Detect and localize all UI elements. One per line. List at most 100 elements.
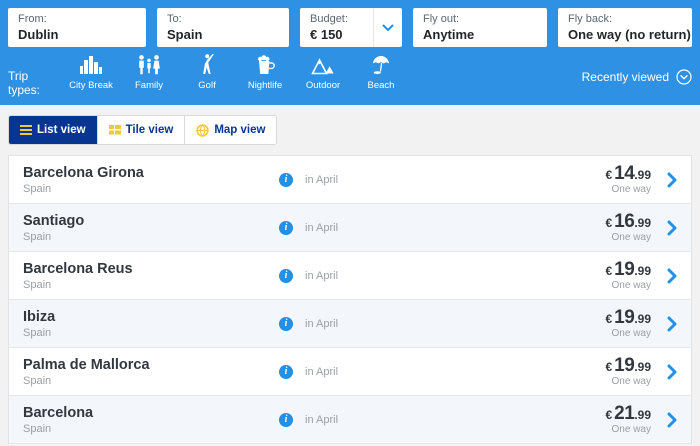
tab-label: Map view bbox=[214, 124, 266, 136]
info-icon[interactable] bbox=[279, 268, 293, 283]
result-row-palma-de-mallorca[interactable]: Palma de Mallorca Spain in April €19.99 … bbox=[9, 348, 691, 396]
fly-back-field[interactable]: Fly back: One way (no return) bbox=[558, 8, 692, 47]
trip-type-label: City Break bbox=[69, 80, 113, 91]
chevron-right-icon[interactable] bbox=[667, 412, 677, 428]
trip-types-row: Trip types: City Break Family Golf Night… bbox=[0, 47, 700, 103]
tab-map-view[interactable]: Map view bbox=[185, 116, 277, 144]
fly-out-value: Anytime bbox=[423, 27, 475, 42]
travel-period: in April bbox=[305, 269, 339, 282]
destination-country: Spain bbox=[23, 182, 52, 195]
trip-type-label: Beach bbox=[367, 80, 395, 91]
tab-list-view[interactable]: List view bbox=[9, 116, 98, 144]
fare-type: One way bbox=[611, 424, 651, 435]
globe-icon bbox=[196, 123, 210, 137]
fly-out-field[interactable]: Fly out: Anytime bbox=[413, 8, 547, 47]
result-row-barcelona-reus[interactable]: Barcelona Reus Spain in April €19.99 One… bbox=[9, 252, 691, 300]
to-field[interactable]: To: Spain bbox=[157, 8, 289, 47]
destination-city: Palma de Mallorca bbox=[23, 356, 150, 373]
destination-city: Barcelona bbox=[23, 404, 94, 421]
search-fields-row: From: Dublin To: Spain Budget: € 150 Fly… bbox=[0, 0, 700, 47]
destination-city: Barcelona Girona bbox=[23, 164, 144, 181]
price: €19.99 bbox=[605, 355, 651, 376]
tab-tile-view[interactable]: Tile view bbox=[97, 116, 186, 144]
family-icon bbox=[137, 53, 161, 75]
destination-country: Spain bbox=[23, 422, 52, 435]
chevron-right-icon[interactable] bbox=[667, 172, 677, 188]
chevron-right-icon[interactable] bbox=[667, 364, 677, 380]
destination-city: Santiago bbox=[23, 212, 85, 229]
trip-type-label: Outdoor bbox=[305, 80, 341, 91]
trip-type-label: Nightlife bbox=[247, 80, 283, 91]
view-switcher: List view Tile view Map view bbox=[8, 115, 278, 145]
result-row-barcelona-girona[interactable]: Barcelona Girona Spain in April €14.99 O… bbox=[9, 156, 691, 204]
price: €16.99 bbox=[605, 211, 651, 232]
budget-dropdown-button[interactable] bbox=[373, 8, 402, 47]
fare-type: One way bbox=[611, 376, 651, 387]
city-break-icon bbox=[80, 53, 102, 75]
chevron-right-icon[interactable] bbox=[667, 220, 677, 236]
price: €14.99 bbox=[605, 163, 651, 184]
budget-label: Budget: bbox=[310, 13, 348, 25]
outdoor-icon bbox=[311, 53, 335, 75]
tab-label: Tile view bbox=[125, 124, 174, 136]
price: €19.99 bbox=[605, 307, 651, 328]
fare-type: One way bbox=[611, 184, 651, 195]
trip-type-golf[interactable]: Golf bbox=[178, 53, 236, 91]
travel-period: in April bbox=[305, 413, 339, 426]
destination-country: Spain bbox=[23, 326, 52, 339]
destination-country: Spain bbox=[23, 230, 52, 243]
search-header: From: Dublin To: Spain Budget: € 150 Fly… bbox=[0, 0, 700, 105]
list-icon bbox=[20, 125, 32, 135]
currency-symbol: € bbox=[605, 360, 613, 374]
travel-period: in April bbox=[305, 317, 339, 330]
fare-type: One way bbox=[611, 328, 651, 339]
trip-type-nightlife[interactable]: Nightlife bbox=[236, 53, 294, 91]
chevron-right-icon[interactable] bbox=[667, 268, 677, 284]
trip-type-beach[interactable]: Beach bbox=[352, 53, 410, 91]
budget-main: Budget: € 150 bbox=[300, 8, 373, 47]
destination-city: Barcelona Reus bbox=[23, 260, 133, 277]
results-list: Barcelona Girona Spain in April €14.99 O… bbox=[8, 155, 692, 444]
chevron-down-icon bbox=[382, 19, 394, 37]
recently-viewed-label: Recently viewed bbox=[581, 70, 669, 84]
destination-city: Ibiza bbox=[23, 308, 56, 325]
trip-type-outdoor[interactable]: Outdoor bbox=[294, 53, 352, 91]
trip-type-family[interactable]: Family bbox=[120, 53, 178, 91]
nightlife-icon bbox=[256, 53, 275, 75]
currency-symbol: € bbox=[605, 168, 613, 182]
result-row-barcelona[interactable]: Barcelona Spain in April €21.99 One way bbox=[9, 396, 691, 444]
travel-period: in April bbox=[305, 365, 339, 378]
fare-type: One way bbox=[611, 232, 651, 243]
budget-value: € 150 bbox=[310, 27, 343, 42]
currency-symbol: € bbox=[605, 264, 613, 278]
from-field[interactable]: From: Dublin bbox=[8, 8, 146, 47]
fly-back-value: One way (no return) bbox=[568, 27, 691, 42]
to-value: Spain bbox=[167, 27, 203, 42]
price: €21.99 bbox=[605, 403, 651, 424]
price: €19.99 bbox=[605, 259, 651, 280]
info-icon[interactable] bbox=[279, 220, 293, 235]
budget-field[interactable]: Budget: € 150 bbox=[300, 8, 402, 47]
currency-symbol: € bbox=[605, 408, 613, 422]
info-icon[interactable] bbox=[279, 412, 293, 427]
result-row-ibiza[interactable]: Ibiza Spain in April €19.99 One way bbox=[9, 300, 691, 348]
currency-symbol: € bbox=[605, 216, 613, 230]
result-row-santiago[interactable]: Santiago Spain in April €16.99 One way bbox=[9, 204, 691, 252]
destination-country: Spain bbox=[23, 278, 52, 291]
fare-type: One way bbox=[611, 280, 651, 291]
info-icon[interactable] bbox=[279, 172, 293, 187]
travel-period: in April bbox=[305, 173, 339, 186]
to-label: To: bbox=[167, 13, 182, 25]
info-icon[interactable] bbox=[279, 316, 293, 331]
circle-chevron-down-icon bbox=[676, 69, 692, 85]
destination-country: Spain bbox=[23, 374, 52, 387]
tile-icon bbox=[108, 125, 121, 135]
recently-viewed-button[interactable]: Recently viewed bbox=[582, 69, 692, 85]
golf-icon bbox=[199, 53, 215, 75]
info-icon[interactable] bbox=[279, 364, 293, 379]
from-label: From: bbox=[18, 13, 47, 25]
from-value: Dublin bbox=[18, 27, 59, 42]
trip-type-city-break[interactable]: City Break bbox=[62, 53, 120, 91]
beach-icon bbox=[371, 53, 391, 75]
chevron-right-icon[interactable] bbox=[667, 316, 677, 332]
